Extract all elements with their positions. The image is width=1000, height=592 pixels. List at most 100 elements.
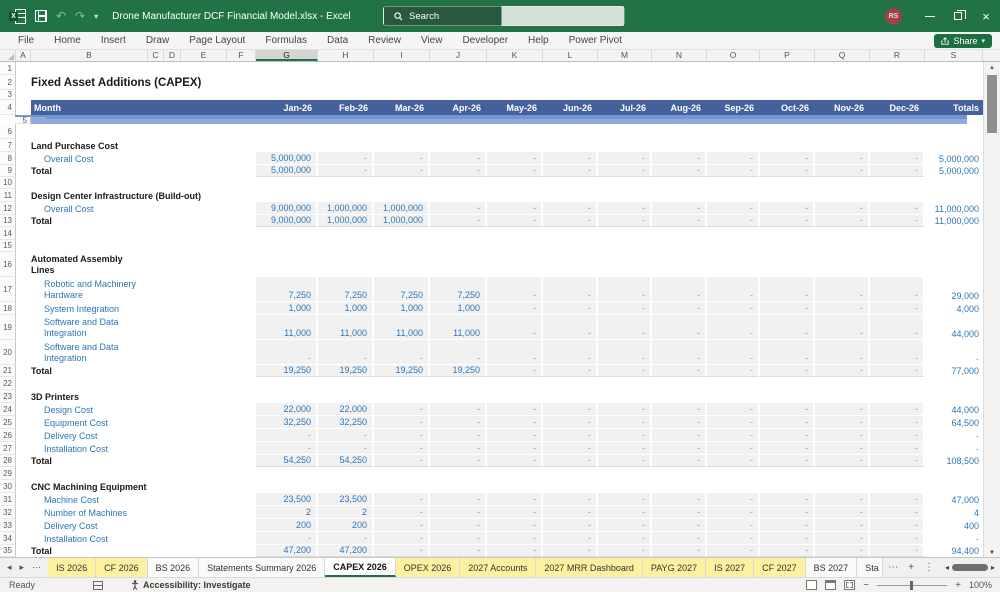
- scroll-up-icon[interactable]: ▲: [984, 62, 1000, 74]
- cell-r27c7[interactable]: -: [598, 442, 652, 455]
- cell-r35c12[interactable]: -: [870, 545, 925, 557]
- cell-r8c7[interactable]: -: [598, 152, 652, 165]
- cell-r19c9[interactable]: -: [707, 315, 760, 340]
- horizontal-scroll-thumb[interactable]: [952, 564, 989, 571]
- cell-r13c4[interactable]: -: [430, 215, 487, 227]
- cell-r21c9[interactable]: -: [707, 365, 760, 377]
- cell-r24c5[interactable]: -: [487, 403, 543, 416]
- cell-r12c3[interactable]: 1,000,000: [374, 202, 430, 215]
- hscroll-left-icon[interactable]: ◂: [945, 563, 949, 572]
- cell-r35c6[interactable]: -: [543, 545, 598, 557]
- cell-r20c4[interactable]: -: [430, 340, 487, 365]
- cell-r13c12[interactable]: -: [870, 215, 925, 227]
- row-label-22[interactable]: [16, 377, 256, 390]
- row-label-14[interactable]: [16, 227, 256, 240]
- row-number-27[interactable]: 27: [0, 442, 16, 455]
- cell-r27c10[interactable]: -: [760, 442, 815, 455]
- ribbon-tab-file[interactable]: File: [8, 32, 44, 50]
- column-header-I[interactable]: I: [374, 50, 430, 61]
- row-label-16[interactable]: Automated Assembly Lines: [16, 252, 256, 277]
- cell-r25c10[interactable]: -: [760, 416, 815, 429]
- macro-record-icon[interactable]: [93, 580, 104, 590]
- cell-r19c7[interactable]: -: [598, 315, 652, 340]
- cell-r12c2[interactable]: 1,000,000: [318, 202, 374, 215]
- cell-r31c10[interactable]: -: [760, 493, 815, 506]
- cell-r27c4[interactable]: -: [430, 442, 487, 455]
- undo-icon[interactable]: ↶: [56, 9, 66, 23]
- ribbon-tab-home[interactable]: Home: [44, 32, 91, 50]
- month-header-Feb-26[interactable]: Feb-26: [318, 100, 374, 115]
- cell-r20c5[interactable]: -: [487, 340, 543, 365]
- cell-r34c1[interactable]: -: [256, 532, 318, 545]
- total-cell-r12[interactable]: 11,000,000: [925, 202, 983, 215]
- ribbon-tab-insert[interactable]: Insert: [91, 32, 136, 50]
- cell-r18c8[interactable]: -: [652, 302, 707, 315]
- cell-r34c8[interactable]: -: [652, 532, 707, 545]
- cell-r35c8[interactable]: -: [652, 545, 707, 557]
- sheet-tab-cf-2026[interactable]: CF 2026: [96, 558, 148, 577]
- cell-r18c6[interactable]: -: [543, 302, 598, 315]
- row-number-13[interactable]: 13: [0, 215, 16, 227]
- cell-r20c7[interactable]: -: [598, 340, 652, 365]
- cell-r17c8[interactable]: -: [652, 277, 707, 302]
- cell-r27c9[interactable]: -: [707, 442, 760, 455]
- cell-r20c8[interactable]: -: [652, 340, 707, 365]
- cell-r21c1[interactable]: 19,250: [256, 365, 318, 377]
- cell-r9c11[interactable]: -: [815, 165, 870, 177]
- cell-r27c12[interactable]: -: [870, 442, 925, 455]
- cell-r34c6[interactable]: -: [543, 532, 598, 545]
- user-avatar[interactable]: RS: [885, 7, 902, 25]
- cell-r21c2[interactable]: 19,250: [318, 365, 374, 377]
- cell-r28c5[interactable]: -: [487, 455, 543, 467]
- month-header-May-26[interactable]: May-26: [487, 100, 543, 115]
- cell-r31c11[interactable]: -: [815, 493, 870, 506]
- row-label-27[interactable]: Installation Cost: [16, 442, 256, 455]
- row-label-7[interactable]: Land Purchase Cost: [16, 139, 256, 152]
- row-number-33[interactable]: 33: [0, 519, 16, 532]
- cell-r20c3[interactable]: -: [374, 340, 430, 365]
- row-number-16[interactable]: 16: [0, 252, 16, 277]
- cell-r27c3[interactable]: -: [374, 442, 430, 455]
- cell-r27c8[interactable]: -: [652, 442, 707, 455]
- column-header-M[interactable]: M: [598, 50, 652, 61]
- cell-r24c1[interactable]: 22,000: [256, 403, 318, 416]
- cell-r20c10[interactable]: -: [760, 340, 815, 365]
- cell-r32c7[interactable]: -: [598, 506, 652, 519]
- row-number-14[interactable]: 14: [0, 227, 16, 240]
- month-header-label[interactable]: Month: [31, 100, 256, 115]
- row-label-15[interactable]: [16, 240, 256, 252]
- cell-r12c5[interactable]: -: [487, 202, 543, 215]
- tab-options-icon[interactable]: ⋮: [919, 562, 939, 573]
- cell-r13c5[interactable]: -: [487, 215, 543, 227]
- cell-r12c1[interactable]: 9,000,000: [256, 202, 318, 215]
- cell-r13c6[interactable]: -: [543, 215, 598, 227]
- row-label-20[interactable]: Software and Data Integration: [16, 340, 256, 365]
- cell-r9c3[interactable]: -: [374, 165, 430, 177]
- cell-r34c4[interactable]: -: [430, 532, 487, 545]
- total-cell-r19[interactable]: 44,000: [925, 315, 983, 340]
- cell-r21c6[interactable]: -: [543, 365, 598, 377]
- row-label-6[interactable]: [16, 124, 256, 139]
- ribbon-tab-developer[interactable]: Developer: [452, 32, 518, 50]
- new-sheet-button[interactable]: +: [903, 562, 919, 573]
- cell-r33c5[interactable]: -: [487, 519, 543, 532]
- row-label-19[interactable]: Software and Data Integration: [16, 315, 256, 340]
- column-header-L[interactable]: L: [543, 50, 598, 61]
- column-header-E[interactable]: E: [181, 50, 227, 61]
- accessibility-status[interactable]: Accessibility: Investigate: [131, 580, 251, 590]
- row-label-30[interactable]: CNC Machining Equipment: [16, 480, 256, 493]
- hscroll-right-icon[interactable]: ▸: [991, 563, 995, 572]
- cell-r9c9[interactable]: -: [707, 165, 760, 177]
- sheet-tab-cf-2027[interactable]: CF 2027: [754, 558, 806, 577]
- month-header-Jan-26[interactable]: Jan-26: [256, 100, 318, 115]
- vertical-scroll-thumb[interactable]: [987, 75, 997, 133]
- cell-r8c3[interactable]: -: [374, 152, 430, 165]
- sheet-tab-capex-2026[interactable]: CAPEX 2026: [325, 558, 396, 577]
- month-header-Dec-26[interactable]: Dec-26: [870, 100, 925, 115]
- row-label-33[interactable]: Delivery Cost: [16, 519, 256, 532]
- cell-r34c2[interactable]: -: [318, 532, 374, 545]
- cell-r26c10[interactable]: -: [760, 429, 815, 442]
- cell-r21c12[interactable]: -: [870, 365, 925, 377]
- cell-r33c1[interactable]: 200: [256, 519, 318, 532]
- row-number-30[interactable]: 30: [0, 480, 16, 493]
